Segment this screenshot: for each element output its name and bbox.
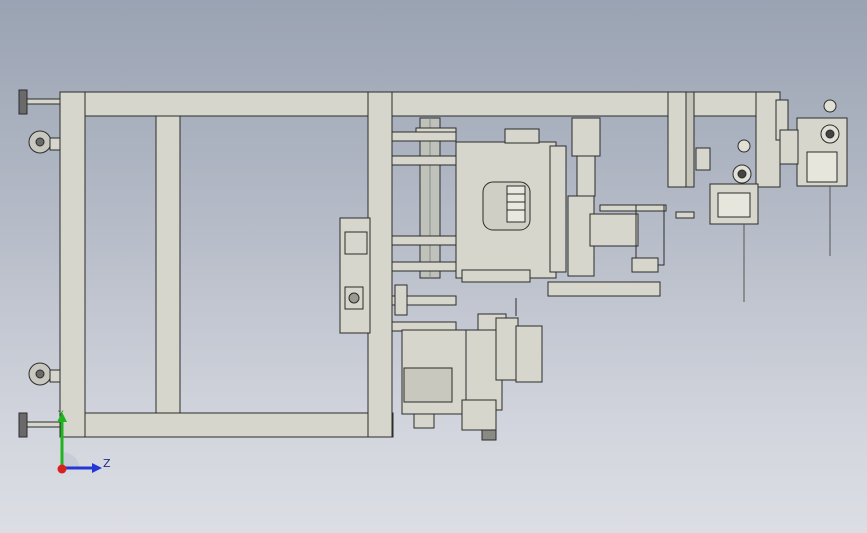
x-axis-dot-icon — [57, 464, 67, 474]
upper-rail-extension — [667, 91, 789, 188]
z-axis-label: Z — [103, 457, 111, 470]
pulley-assembly-right — [779, 99, 848, 256]
lower-mechanism — [401, 298, 543, 441]
z-axis-head-icon — [92, 463, 102, 473]
assembly-drawing[interactable] — [0, 0, 867, 533]
caster-wheel-bottom — [28, 362, 63, 386]
cad-viewport[interactable]: Z Y — [0, 0, 867, 533]
leveling-foot-top — [18, 89, 62, 115]
vertical-column — [415, 117, 457, 279]
caster-wheel-top — [28, 130, 63, 154]
y-axis-label: Y — [58, 410, 64, 420]
central-housing — [455, 128, 567, 283]
